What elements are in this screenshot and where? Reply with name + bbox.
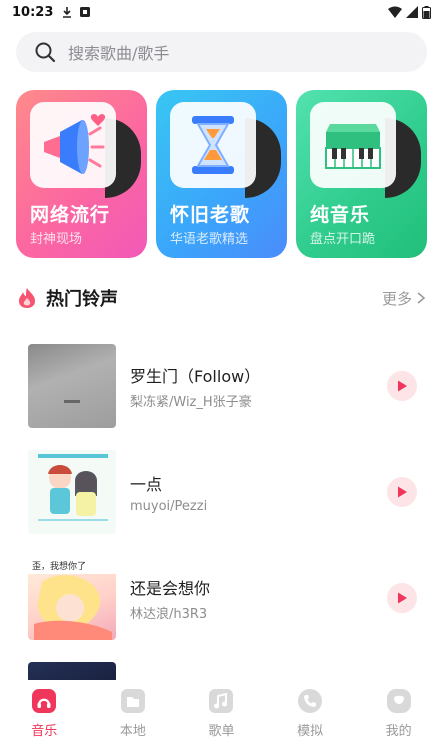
hot-ringtones-header: 热门铃声 更多 [16, 283, 427, 313]
category-subtitle: 封神现场 [30, 232, 83, 247]
category-title: 怀旧老歌 [170, 204, 251, 226]
search-placeholder: 搜索歌曲/歌手 [68, 44, 170, 63]
nav-item-local[interactable]: 本地 [89, 680, 178, 746]
nav-label: 模拟 [297, 724, 324, 739]
playlist-icon [209, 689, 234, 713]
section-title: 热门铃声 [46, 289, 118, 310]
nav-label: 歌单 [208, 724, 235, 739]
flame-icon [19, 288, 35, 308]
hourglass-icon [170, 102, 256, 188]
status-bar: 10:23 [0, 0, 443, 24]
song-info: 罗生门（Follow） 梨冻紧/Wiz_H张子豪 [130, 363, 260, 410]
wifi-icon [388, 6, 402, 18]
nav-label: 本地 [119, 724, 146, 739]
notification-icon [80, 7, 91, 17]
cover-figure [64, 400, 80, 403]
song-title: 罗生门（Follow） [130, 366, 261, 386]
download-icon [63, 7, 72, 18]
nav-item-playlist[interactable]: 歌单 [177, 680, 266, 746]
song-artist: 林达浪/h3R3 [130, 606, 208, 622]
nav-item-mine[interactable]: 我的 [354, 680, 443, 746]
song-artist: muyoi/Pezzi [130, 498, 208, 514]
nav-label: 音乐 [31, 724, 58, 739]
signal-icon [406, 6, 418, 18]
cover-caption: 歪，我想你了 [28, 556, 116, 574]
more-link[interactable]: 更多 [382, 288, 427, 309]
song-row[interactable]: 一点 muyoi/Pezzi [28, 450, 417, 534]
folder-icon [120, 689, 145, 713]
megaphone-icon [30, 102, 116, 188]
search-icon [35, 42, 56, 63]
category-card-web-popular[interactable]: 网络流行 封神现场 [16, 90, 147, 258]
chevron-right-icon [417, 292, 426, 304]
play-button[interactable] [387, 477, 417, 507]
music-icon [32, 689, 57, 713]
play-button[interactable] [387, 583, 417, 613]
category-subtitle: 华语老歌精选 [170, 232, 249, 247]
cover-illustration [34, 575, 112, 640]
category-card-oldies[interactable]: 怀旧老歌 华语老歌精选 [156, 90, 287, 258]
song-cover [28, 450, 116, 534]
play-icon [398, 380, 407, 392]
song-cover-partial[interactable] [28, 662, 116, 680]
song-title: 一点 [130, 474, 163, 494]
song-row[interactable]: 罗生门（Follow） 梨冻紧/Wiz_H张子豪 [28, 344, 417, 428]
song-cover: 歪，我想你了 [28, 556, 116, 640]
category-title: 纯音乐 [310, 204, 371, 226]
play-icon [398, 592, 407, 604]
play-icon [398, 486, 407, 498]
search-input[interactable]: 搜索歌曲/歌手 [16, 32, 427, 72]
cover-illustration [28, 450, 116, 534]
song-info: 一点 muyoi/Pezzi [130, 471, 207, 514]
profile-icon [386, 689, 411, 713]
play-button[interactable] [387, 371, 417, 401]
phone-icon [298, 689, 323, 713]
status-indicators [388, 5, 431, 19]
status-time: 10:23 [12, 4, 54, 20]
song-cover [28, 344, 116, 428]
song-info: 还是会想你 林达浪/h3R3 [130, 575, 210, 622]
piano-icon [310, 102, 396, 188]
song-row[interactable]: 歪，我想你了 还是会想你 林达浪/h3R3 [28, 556, 417, 640]
bottom-nav: 音乐 本地 歌单 模拟 我的 [0, 680, 443, 746]
nav-label: 我的 [385, 724, 412, 739]
song-title: 还是会想你 [130, 578, 211, 598]
battery-icon [422, 5, 431, 19]
song-artist: 梨冻紧/Wiz_H张子豪 [130, 394, 252, 410]
category-title: 网络流行 [30, 204, 111, 226]
category-card-pure-music[interactable]: 纯音乐 盘点开口跪 [296, 90, 427, 258]
more-label: 更多 [381, 289, 412, 308]
category-subtitle: 盘点开口跪 [310, 232, 376, 247]
nav-item-simulate[interactable]: 模拟 [266, 680, 355, 746]
nav-item-music[interactable]: 音乐 [0, 680, 89, 746]
